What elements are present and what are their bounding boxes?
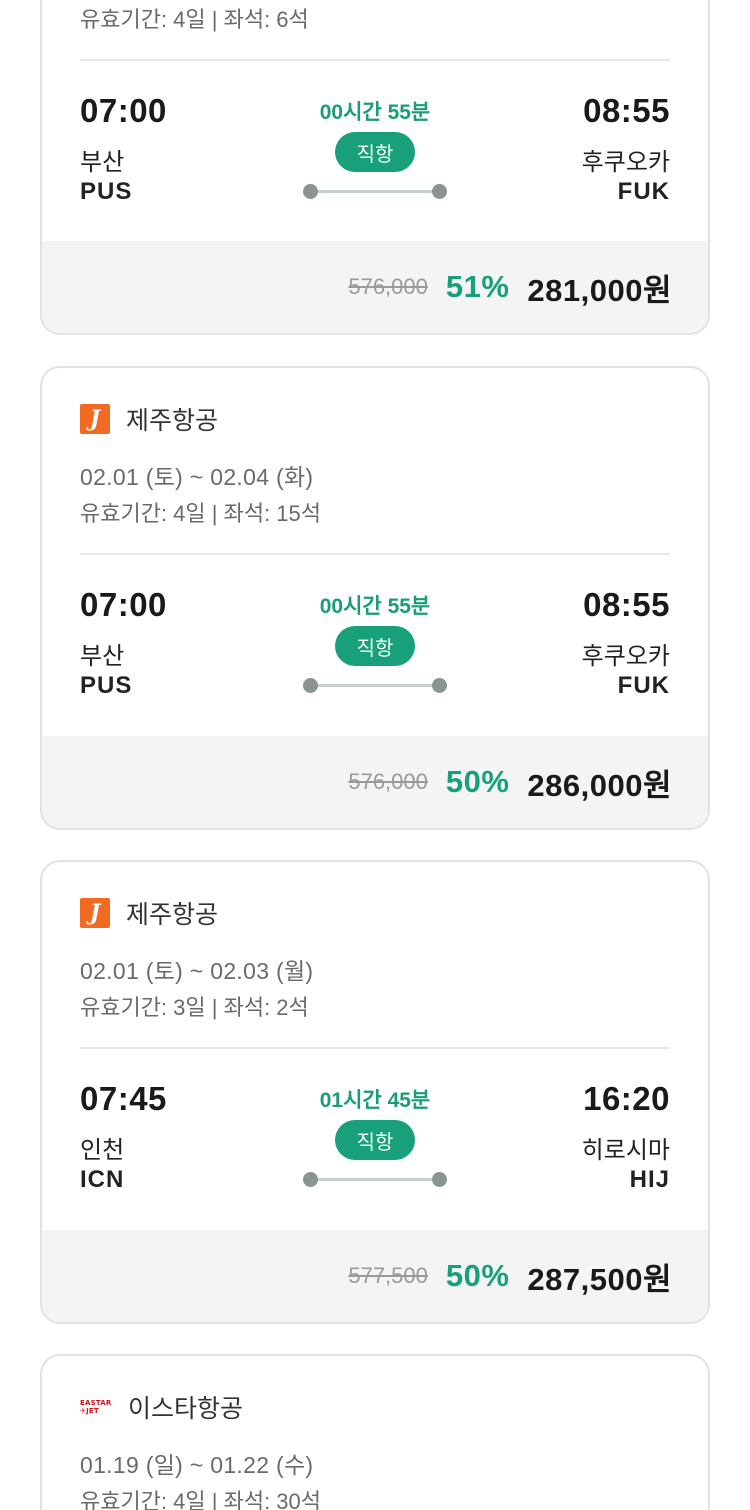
travel-dates: 01.19 (일) ~ 01.22 (수) [80, 1452, 314, 1478]
validity-seats: 유효기간: 4일 | 좌석: 30석 [80, 1489, 322, 1510]
final-price: 287,500원 [527, 1261, 672, 1297]
original-price: 576,000 [348, 274, 428, 299]
flight-route: 07:00 부산 PUS 00시간 55분 직항 08:55 후쿠오카 FUK [80, 586, 670, 716]
flight-deal-card[interactable]: 유효기간: 4일 | 좌석: 6석 07:00 부산 PUS 00시간 55분 … [40, 0, 710, 335]
direct-flight-badge: 직항 [335, 1120, 415, 1160]
departure-code: PUS [80, 672, 133, 699]
validity-seats: 유효기간: 3일 | 좌석: 2석 [80, 995, 309, 1020]
departure-time: 07:45 [80, 1080, 167, 1117]
travel-dates: 02.01 (토) ~ 02.03 (월) [80, 958, 314, 984]
flight-duration: 00시간 55분 [319, 101, 431, 124]
discount-rate: 51% [445, 269, 510, 304]
arrival-code: HIJ [629, 1166, 670, 1193]
price-band: 576,000 51% 281,000원 [42, 241, 708, 333]
price-band: 577,500 50% 287,500원 [42, 1230, 708, 1322]
route-end-dot [432, 678, 447, 693]
departure-city: 부산 [80, 149, 125, 176]
validity-seats: 유효기간: 4일 | 좌석: 6석 [80, 7, 309, 32]
discount-rate: 50% [445, 1258, 510, 1293]
arrival-city: 히로시마 [581, 1137, 670, 1164]
route-info: 00시간 55분 직항 [285, 586, 465, 716]
divider [80, 1047, 670, 1049]
original-price: 576,000 [348, 769, 428, 794]
route-start-dot [303, 678, 318, 693]
route-start-dot [303, 1172, 318, 1187]
flight-duration: 00시간 55분 [319, 595, 431, 618]
departure-city: 부산 [80, 643, 125, 670]
direct-flight-badge: 직항 [335, 626, 415, 666]
flight-duration: 01시간 45분 [319, 1089, 431, 1112]
final-price: 281,000원 [527, 272, 672, 308]
arrival-code: FUK [617, 672, 670, 699]
route-end-dot [432, 1172, 447, 1187]
arrival-time: 08:55 [583, 586, 670, 623]
flight-deal-card[interactable]: J 제주항공 02.01 (토) ~ 02.03 (월) 유효기간: 3일 | … [40, 860, 710, 1324]
route-line [309, 684, 441, 687]
airline-header: EASTAR✈JET 이스타항공 [80, 1390, 243, 1424]
flight-deal-card[interactable]: EASTAR✈JET 이스타항공 01.19 (일) ~ 01.22 (수) 유… [40, 1354, 710, 1510]
airline-name: 제주항공 [126, 407, 219, 435]
airline-name: 제주항공 [126, 901, 219, 929]
route-line [309, 190, 441, 193]
departure-city: 인천 [80, 1137, 125, 1164]
original-price: 577,500 [348, 1263, 428, 1288]
divider [80, 59, 670, 61]
divider [80, 553, 670, 555]
travel-dates: 02.01 (토) ~ 02.04 (화) [80, 464, 314, 490]
route-end-dot [432, 184, 447, 199]
direct-flight-badge: 직항 [335, 132, 415, 172]
flight-route: 07:00 부산 PUS 00시간 55분 직항 08:55 후쿠오카 FUK [80, 92, 670, 222]
final-price: 286,000원 [527, 767, 672, 803]
arrival-code: FUK [617, 178, 670, 205]
departure-code: PUS [80, 178, 133, 205]
route-line [309, 1178, 441, 1181]
route-info: 00시간 55분 직항 [285, 92, 465, 222]
discount-rate: 50% [445, 764, 510, 799]
departure-code: ICN [80, 1166, 125, 1193]
arrival-city: 후쿠오카 [581, 149, 670, 176]
departure-time: 07:00 [80, 92, 167, 129]
arrival-time: 08:55 [583, 92, 670, 129]
airline-name: 이스타항공 [128, 1395, 244, 1423]
deal-list: 유효기간: 4일 | 좌석: 6석 07:00 부산 PUS 00시간 55분 … [0, 0, 750, 1510]
departure-time: 07:00 [80, 586, 167, 623]
flight-deal-card[interactable]: J 제주항공 02.01 (토) ~ 02.04 (화) 유효기간: 4일 | … [40, 366, 710, 830]
route-info: 01시간 45분 직항 [285, 1080, 465, 1210]
validity-seats: 유효기간: 4일 | 좌석: 15석 [80, 501, 322, 526]
airline-header: J 제주항공 [80, 402, 218, 436]
eastar-jet-logo-icon: EASTAR✈JET [80, 1399, 112, 1415]
jeju-air-logo-icon: J [80, 404, 110, 434]
route-start-dot [303, 184, 318, 199]
price-band: 576,000 50% 286,000원 [42, 736, 708, 828]
airline-header: J 제주항공 [80, 896, 218, 930]
jeju-air-logo-icon: J [80, 898, 110, 928]
arrival-time: 16:20 [583, 1080, 670, 1117]
arrival-city: 후쿠오카 [581, 643, 670, 670]
flight-route: 07:45 인천 ICN 01시간 45분 직항 16:20 히로시마 HIJ [80, 1080, 670, 1210]
